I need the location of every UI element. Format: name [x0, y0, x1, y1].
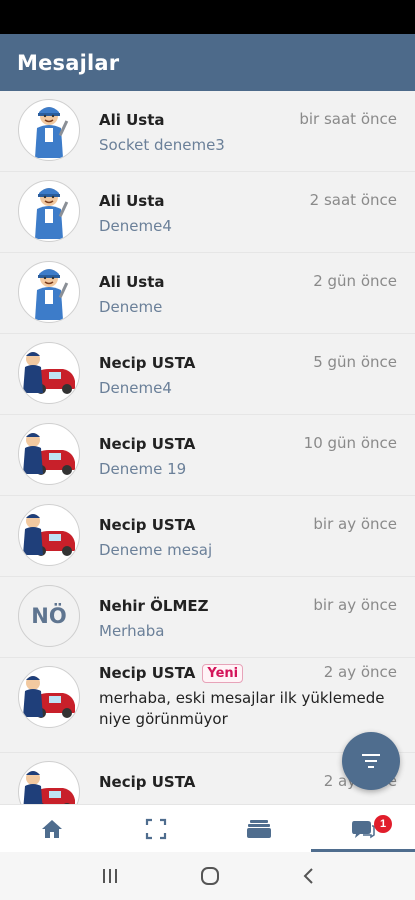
message-time: bir saat önce [299, 110, 397, 128]
message-preview: Merhaba [99, 622, 165, 640]
contact-name: Necip USTA [99, 354, 196, 372]
avatar [18, 180, 80, 242]
scan-icon [145, 818, 166, 839]
page-title: Mesajlar [17, 50, 120, 75]
avatar [18, 99, 80, 161]
nav-cards[interactable] [208, 805, 312, 852]
filter-icon [362, 754, 380, 768]
message-time: bir ay önce [313, 515, 397, 533]
cards-icon [247, 819, 272, 838]
contact-name: Necip USTA [99, 435, 196, 453]
message-time: 2 gün önce [313, 272, 397, 290]
nav-messages[interactable] [311, 805, 415, 852]
contact-name: Necip USTA [99, 773, 196, 791]
mechanic-car-avatar-icon [23, 433, 75, 475]
avatar [18, 423, 80, 485]
avatar [18, 342, 80, 404]
message-preview: merhaba, eski mesajlar ilk yüklemede niy… [99, 689, 385, 728]
contact-name: Ali Usta [99, 111, 165, 129]
mechanic-avatar-icon [35, 188, 69, 239]
message-time: 5 gün önce [313, 353, 397, 371]
home-circle-icon[interactable] [200, 866, 220, 886]
status-bar [0, 0, 415, 34]
new-badge: Yeni [202, 664, 244, 683]
avatar [18, 504, 80, 566]
conversation-row[interactable]: Necip USTA bir ay önce Deneme mesaj [0, 496, 415, 577]
conversation-row[interactable]: Ali Usta 2 saat önce Deneme4 [0, 172, 415, 253]
message-preview: Deneme [99, 298, 163, 316]
message-preview: Deneme4 [99, 379, 172, 397]
recent-apps-icon[interactable] [101, 868, 119, 884]
message-time: bir ay önce [313, 596, 397, 614]
mechanic-car-avatar-icon [23, 514, 75, 556]
message-time: 10 gün önce [303, 434, 397, 452]
app-bar: Mesajlar [0, 34, 415, 91]
avatar-initials: NÖ [18, 585, 80, 647]
mechanic-car-avatar-icon [23, 771, 75, 804]
mechanic-avatar-icon [35, 269, 69, 320]
filter-button[interactable] [342, 732, 400, 790]
message-preview: Deneme mesaj [99, 541, 213, 559]
home-icon [41, 819, 62, 838]
bottom-nav: 1 [0, 804, 415, 852]
conversation-row[interactable]: NÖ Nehir ÖLMEZ bir ay önce Merhaba [0, 577, 415, 658]
system-nav [0, 852, 415, 900]
message-preview: Deneme4 [99, 217, 172, 235]
conversation-row[interactable]: Necip USTA 5 gün önce Deneme4 [0, 334, 415, 415]
contact-name: Necip USTA Yeni [99, 664, 244, 683]
mechanic-car-avatar-icon [23, 352, 75, 394]
message-time: 2 saat önce [309, 191, 397, 209]
chat-icon [352, 820, 375, 838]
avatar [18, 761, 80, 804]
unread-badge: 1 [374, 815, 392, 833]
avatar [18, 666, 80, 728]
contact-name-text: Necip USTA [99, 664, 196, 682]
contact-name: Ali Usta [99, 273, 165, 291]
mechanic-car-avatar-icon [23, 676, 75, 718]
avatar [18, 261, 80, 323]
conversation-row[interactable]: Ali Usta bir saat önce Socket deneme3 [0, 91, 415, 172]
conversation-list[interactable]: Ali Usta bir saat önce Socket deneme3 Al… [0, 91, 415, 804]
back-icon[interactable] [301, 867, 315, 885]
mechanic-avatar-icon [35, 107, 69, 158]
contact-name: Nehir ÖLMEZ [99, 597, 209, 615]
nav-scan[interactable] [104, 805, 208, 852]
message-preview: Deneme 19 [99, 460, 187, 478]
message-preview: Socket deneme3 [99, 136, 225, 154]
contact-name: Ali Usta [99, 192, 165, 210]
conversation-row[interactable]: Necip USTA 10 gün önce Deneme 19 [0, 415, 415, 496]
nav-home[interactable] [0, 805, 104, 852]
conversation-row[interactable]: Ali Usta 2 gün önce Deneme [0, 253, 415, 334]
message-time: 2 ay önce [323, 663, 397, 681]
contact-name: Necip USTA [99, 516, 196, 534]
